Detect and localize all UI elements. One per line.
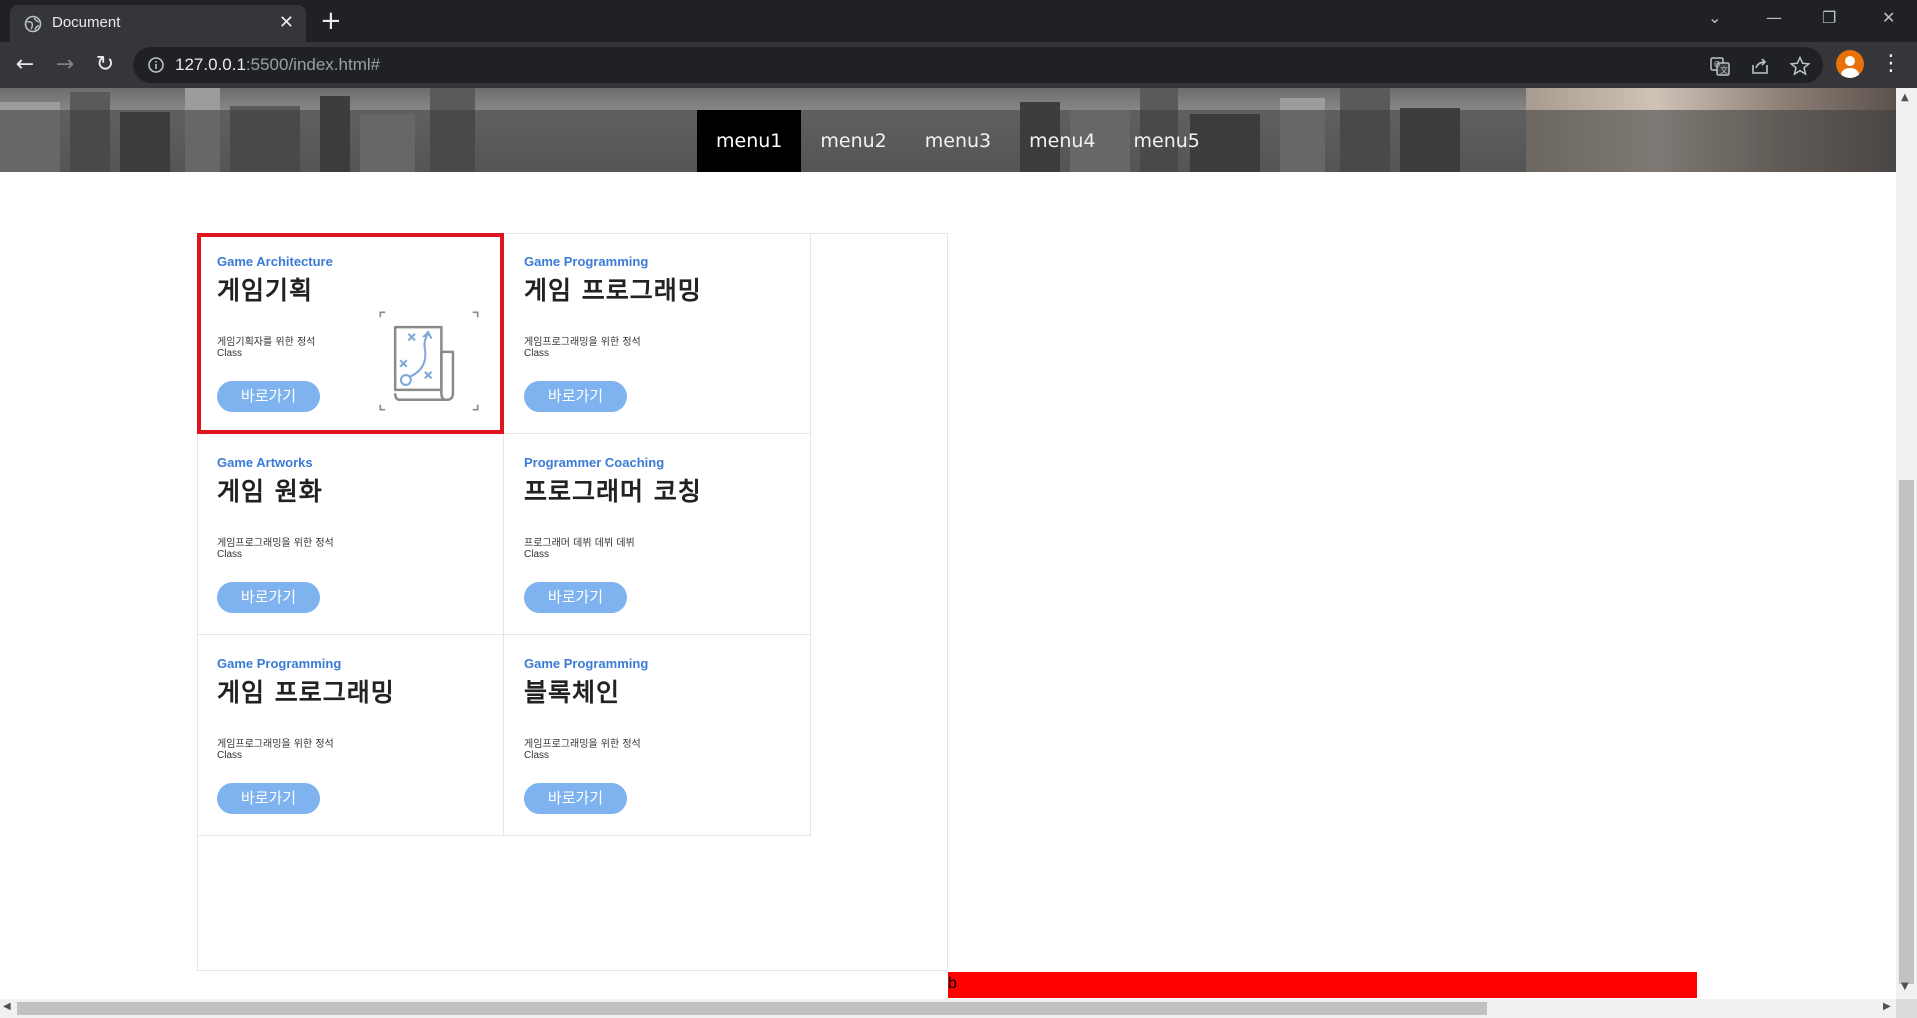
info-icon[interactable] xyxy=(147,56,165,74)
card-title: 프로그래머 코칭 xyxy=(524,477,702,506)
card-subtitle: Game Programming xyxy=(524,656,649,671)
tab-search-chevron-icon[interactable]: ⌄ xyxy=(1708,8,1721,27)
restore-icon[interactable]: ❐ xyxy=(1822,8,1836,27)
course-card: Game Programming 블록체인게임프로그래밍을 위한 정석 Class 바… xyxy=(504,635,811,836)
translate-icon[interactable]: G 文 xyxy=(1709,55,1731,77)
main-nav: menu1 menu2 menu3 menu4 menu5 xyxy=(0,110,1896,172)
scroll-down-icon[interactable]: ▼ xyxy=(1901,981,1909,992)
menu-list: menu1 menu2 menu3 menu4 menu5 xyxy=(697,110,1219,172)
card-description: 게임프로그래밍을 위한 정석 xyxy=(524,337,641,348)
share-icon[interactable] xyxy=(1749,55,1771,77)
card-class-label: Class xyxy=(524,750,550,761)
scroll-left-icon[interactable]: ◀ xyxy=(3,1001,11,1012)
tab-title: Document xyxy=(52,14,121,31)
menu-item-5[interactable]: menu5 xyxy=(1115,110,1219,172)
card-class-label: Class xyxy=(217,549,243,560)
url-host: 127.0.0.1 xyxy=(175,55,246,74)
card-title: 게임 프로그래밍 xyxy=(217,678,395,707)
menu-item-2[interactable]: menu2 xyxy=(801,110,905,172)
course-card: Game Programming 게임 프로그래밍게임프로그래밍을 위한 정석 Cl… xyxy=(504,233,811,434)
card-description: 게임기획자를 위한 정석 xyxy=(217,337,316,348)
card-class-label: Class xyxy=(524,348,550,359)
svg-text:文: 文 xyxy=(1720,65,1728,75)
card-description: 게임프로그래밍을 위한 정석 xyxy=(524,739,641,750)
card-title: 게임 원화 xyxy=(217,477,323,506)
browser-menu-icon[interactable]: ⋮ xyxy=(1880,50,1902,78)
card-class-label: Class xyxy=(524,549,550,560)
go-button[interactable]: 바로가기 xyxy=(217,381,320,412)
browser-tab-bar: Document ✕ + ⌄ — ❐ ✕ xyxy=(0,0,1917,42)
address-bar[interactable]: 127.0.0.1:5500/index.html# G 文 xyxy=(133,47,1823,83)
course-card: Game Architecture 게임기획게임기획자를 위한 정석 Class 바로… xyxy=(197,233,504,434)
url-text: 127.0.0.1:5500/index.html# xyxy=(175,55,380,75)
card-title: 게임 프로그래밍 xyxy=(524,276,702,305)
course-card: Game Artworks 게임 원화게임프로그래밍을 위한 정석 Class 바로가… xyxy=(197,434,504,635)
card-subtitle: Game Programming xyxy=(524,254,649,269)
scroll-up-icon[interactable]: ▲ xyxy=(1901,92,1909,103)
globe-icon xyxy=(24,15,42,33)
strategy-map-icon xyxy=(379,311,479,411)
card-title: 게임기획 xyxy=(217,276,314,305)
card-class-label: Class xyxy=(217,348,243,359)
card-description: 프로그래머 데뷔 데뷔 데뷔 xyxy=(524,538,635,549)
horizontal-scroll-thumb[interactable] xyxy=(17,1002,1487,1015)
card-description: 게임프로그래밍을 위한 정석 xyxy=(217,538,334,549)
red-bar-text: b xyxy=(948,975,957,992)
new-tab-icon[interactable]: + xyxy=(320,6,342,36)
go-button[interactable]: 바로가기 xyxy=(524,381,627,412)
card-subtitle: Game Architecture xyxy=(217,254,333,269)
minimize-icon[interactable]: — xyxy=(1766,8,1782,27)
course-card: Programmer Coaching 프로그래머 코칭프로그래머 데뷔 데뷔 데… xyxy=(504,434,811,635)
url-path: :5500/index.html# xyxy=(245,55,381,74)
card-class-label: Class xyxy=(217,750,243,761)
browser-tab[interactable]: Document ✕ xyxy=(10,5,306,42)
card-subtitle: Game Artworks xyxy=(217,455,313,470)
horizontal-scrollbar[interactable]: ◀ ▶ xyxy=(0,999,1896,1018)
vertical-scrollbar[interactable]: ▲ ▼ xyxy=(1896,88,1917,999)
go-button[interactable]: 바로가기 xyxy=(217,582,320,613)
reload-icon[interactable]: ↻ xyxy=(92,52,118,78)
scroll-right-icon[interactable]: ▶ xyxy=(1883,1001,1891,1012)
go-button[interactable]: 바로가기 xyxy=(217,783,320,814)
card-subtitle: Game Programming xyxy=(217,656,342,671)
forward-icon[interactable]: → xyxy=(52,52,78,78)
tab-close-icon[interactable]: ✕ xyxy=(279,13,294,33)
red-footer-bar: b xyxy=(948,972,1697,998)
scrollbar-corner xyxy=(1896,999,1917,1018)
browser-toolbar: ← → ↻ 127.0.0.1:5500/index.html# G 文 ⋮ xyxy=(0,42,1917,88)
go-button[interactable]: 바로가기 xyxy=(524,582,627,613)
menu-item-4[interactable]: menu4 xyxy=(1010,110,1114,172)
card-title: 블록체인 xyxy=(524,678,621,707)
vertical-scroll-thumb[interactable] xyxy=(1899,480,1914,984)
page-viewport: menu1 menu2 menu3 menu4 menu5 Game Architect… xyxy=(0,88,1917,1018)
menu-item-3[interactable]: menu3 xyxy=(906,110,1010,172)
card-subtitle: Programmer Coaching xyxy=(524,455,665,470)
card-description: 게임프로그래밍을 위한 정석 xyxy=(217,739,334,750)
back-icon[interactable]: ← xyxy=(12,52,38,78)
course-card: Game Programming 게임 프로그래밍게임프로그래밍을 위한 정석 Cl… xyxy=(197,635,504,836)
window-close-icon[interactable]: ✕ xyxy=(1882,8,1895,27)
bookmark-star-icon[interactable] xyxy=(1789,55,1811,77)
course-card-grid: Game Architecture 게임기획 게임기획자를 위한 정석 Class 바로… xyxy=(197,233,948,971)
profile-avatar-icon[interactable] xyxy=(1836,50,1864,78)
hero-banner: menu1 menu2 menu3 menu4 menu5 xyxy=(0,88,1896,172)
go-button[interactable]: 바로가기 xyxy=(524,783,627,814)
menu-item-1[interactable]: menu1 xyxy=(697,110,802,172)
